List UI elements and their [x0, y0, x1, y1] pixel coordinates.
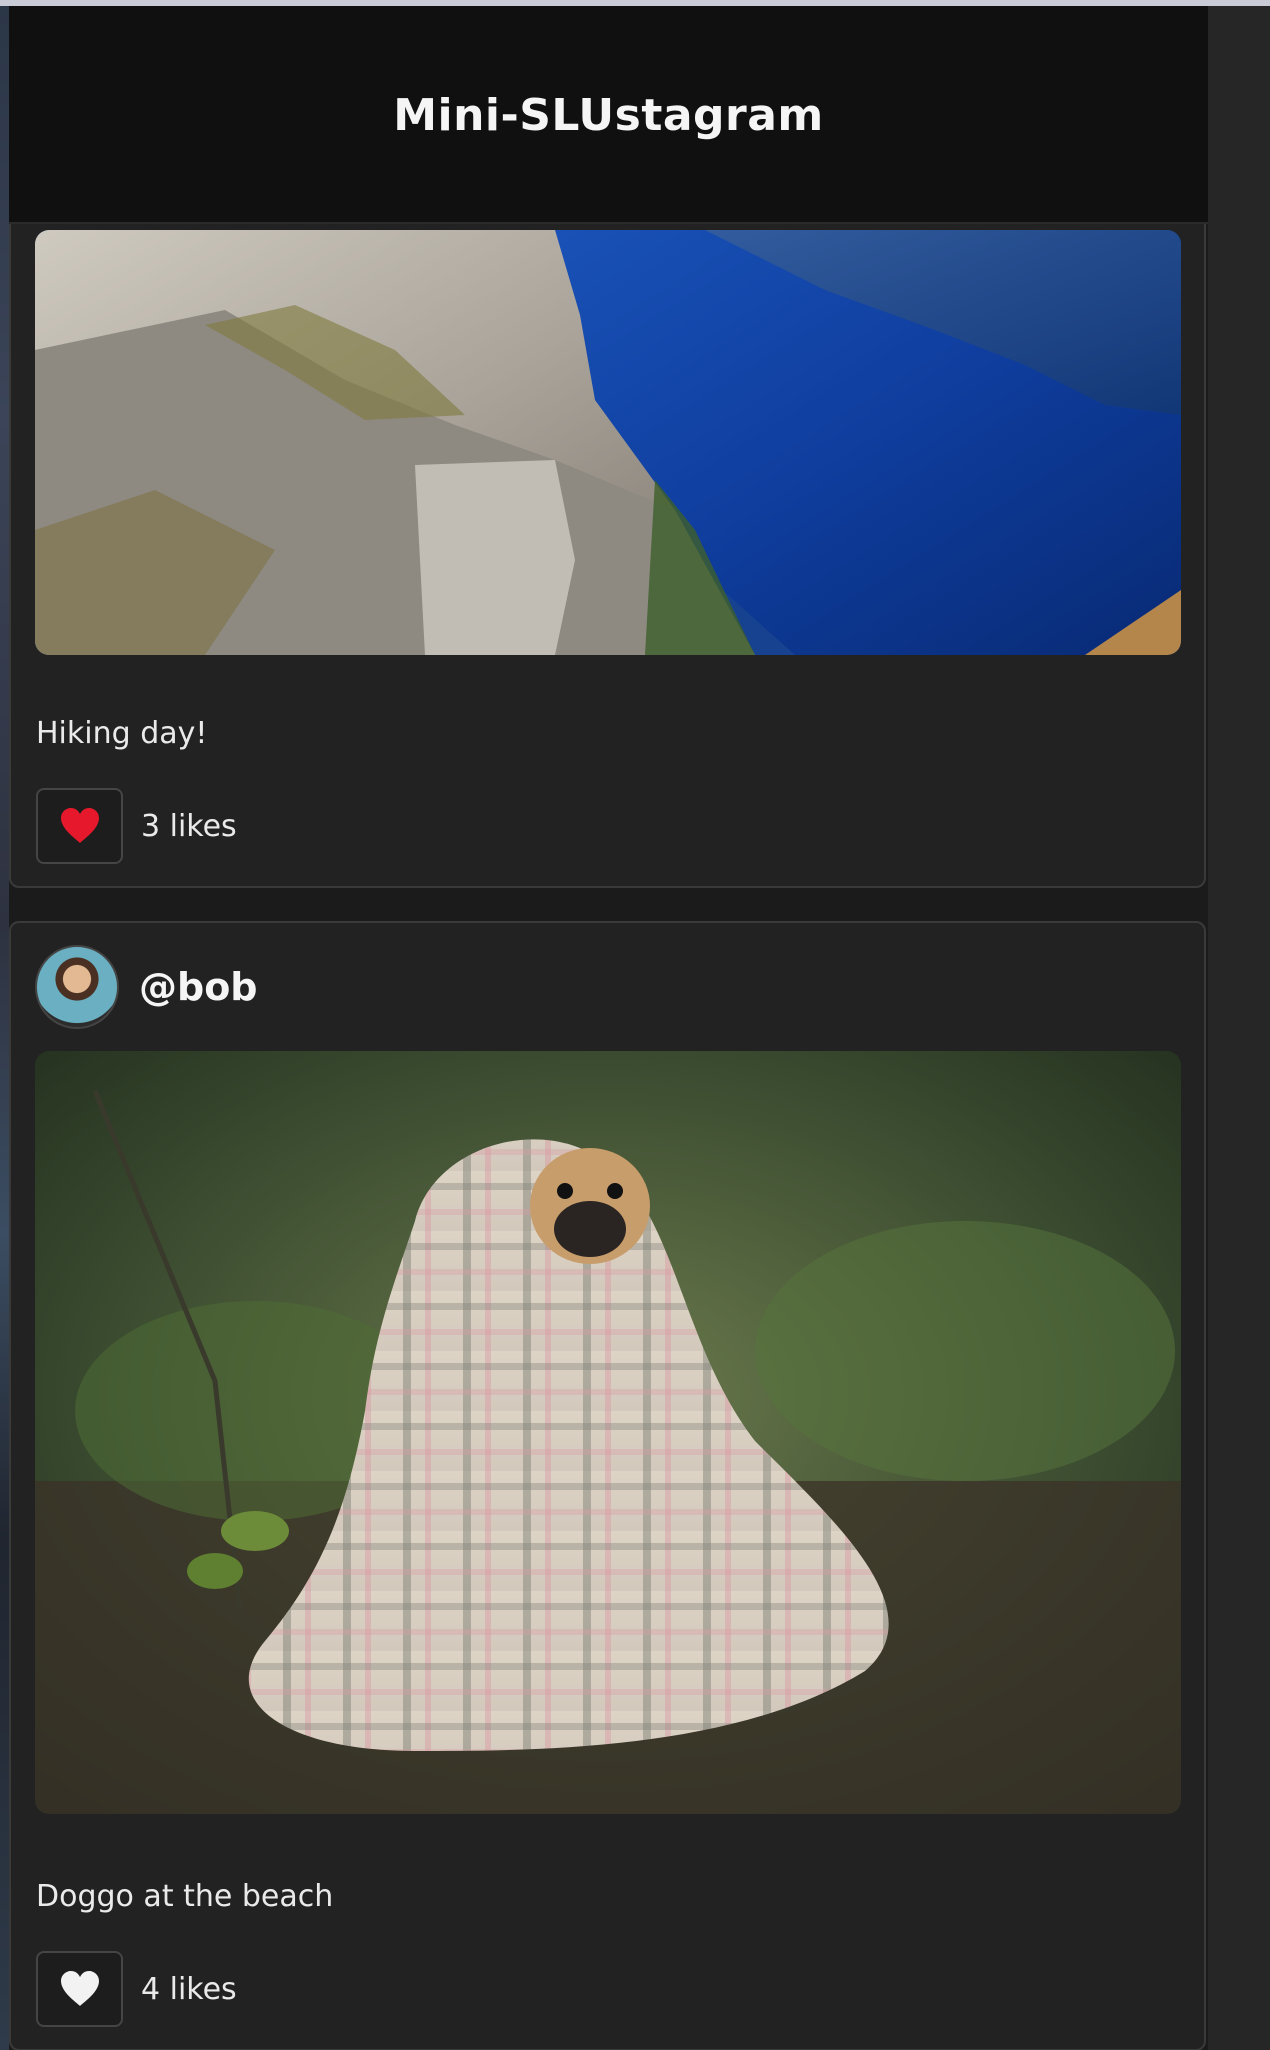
likes-count: 4 likes — [141, 1971, 237, 2007]
background-window-edge — [0, 6, 9, 2050]
window-scroll-gutter[interactable] — [1208, 6, 1270, 2050]
heart-filled-icon — [60, 808, 99, 843]
post-header: @bob — [35, 945, 258, 1029]
post-photo[interactable] — [35, 230, 1181, 655]
likes-count: 3 likes — [141, 808, 237, 844]
post-card: Hiking day! 3 likes — [9, 166, 1206, 888]
post-card: @bob Doggo at the beach 4 likes — [9, 921, 1206, 2050]
avatar[interactable] — [35, 945, 119, 1029]
app-container: Mini-SLUstagram Hiking day! 3 likes @bob… — [9, 6, 1208, 2050]
post-caption: Doggo at the beach — [36, 1879, 334, 1914]
app-title: Mini-SLUstagram — [393, 90, 824, 141]
like-row: 4 likes — [36, 1951, 237, 2027]
like-row: 3 likes — [36, 788, 237, 864]
dog-in-blanket-image — [35, 1051, 1181, 1814]
fjord-cliff-image — [35, 230, 1181, 655]
post-username[interactable]: @bob — [139, 965, 258, 1009]
like-button[interactable] — [36, 788, 123, 864]
post-caption: Hiking day! — [36, 716, 208, 751]
heart-outline-icon — [60, 1971, 99, 2006]
like-button[interactable] — [36, 1951, 123, 2027]
post-photo[interactable] — [35, 1051, 1181, 1814]
app-header: Mini-SLUstagram — [9, 6, 1208, 224]
